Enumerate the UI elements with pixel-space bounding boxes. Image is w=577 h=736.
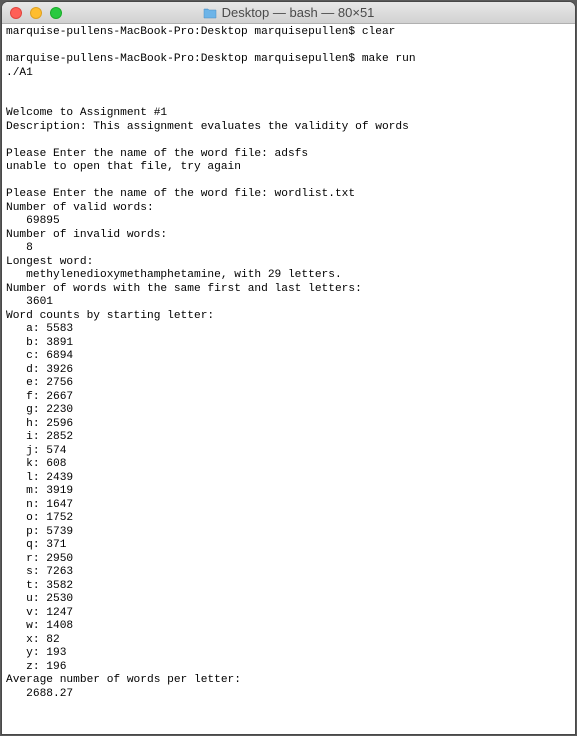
minimize-button[interactable] [30, 7, 42, 19]
traffic-lights [2, 7, 62, 19]
title-area: Desktop — bash — 80×51 [2, 5, 575, 20]
close-button[interactable] [10, 7, 22, 19]
titlebar[interactable]: Desktop — bash — 80×51 [2, 2, 575, 24]
maximize-button[interactable] [50, 7, 62, 19]
folder-icon [203, 7, 217, 19]
terminal-content[interactable]: marquise-pullens-MacBook-Pro:Desktop mar… [2, 24, 575, 734]
terminal-window: Desktop — bash — 80×51 marquise-pullens-… [2, 2, 575, 734]
window-title: Desktop — bash — 80×51 [222, 5, 375, 20]
